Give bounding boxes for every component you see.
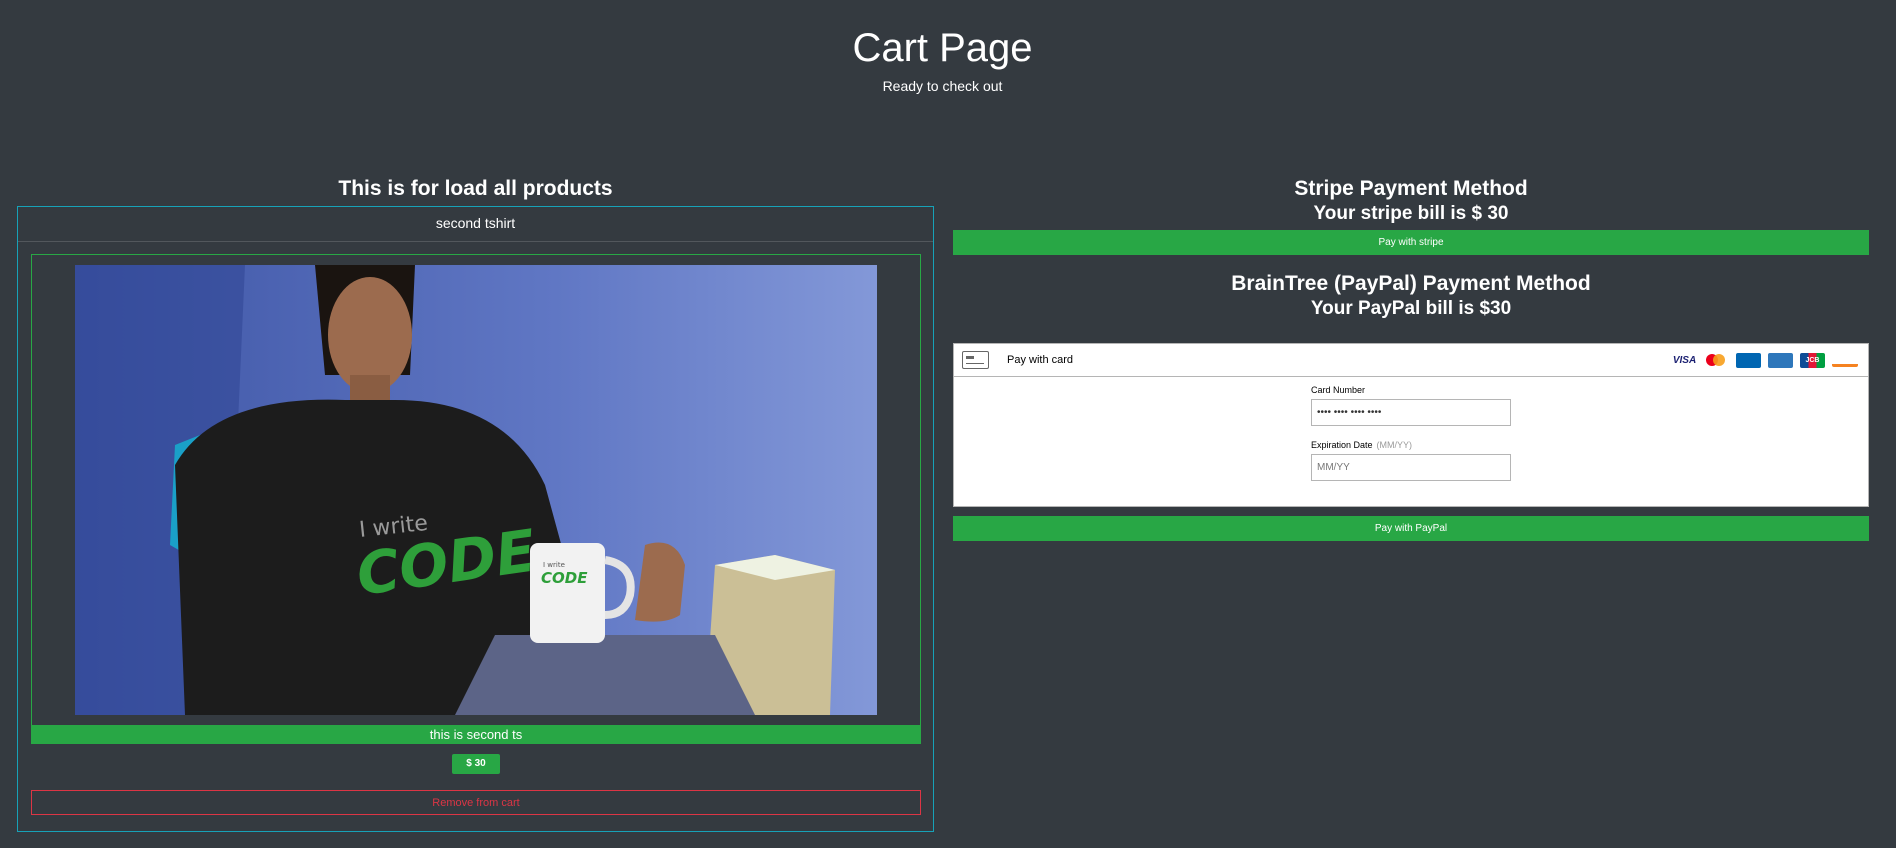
credit-card-icon bbox=[962, 351, 989, 369]
expiration-label: Expiration Date (MM/YY) bbox=[1311, 440, 1511, 450]
card-number-field-group: Card Number •••• •••• •••• •••• bbox=[1311, 385, 1511, 426]
pay-with-paypal-button[interactable]: Pay with PayPal bbox=[953, 516, 1869, 541]
product-card: second tshirt I write CODE I write CODE … bbox=[17, 206, 934, 832]
product-image: I write CODE I write CODE bbox=[75, 265, 877, 715]
stripe-bill: Your stripe bill is $ 30 bbox=[1313, 203, 1509, 224]
braintree-bill: Your PayPal bill is $30 bbox=[1310, 298, 1512, 319]
pay-with-card-label: Pay with card bbox=[1007, 354, 1074, 366]
visa-icon: VISA bbox=[1672, 354, 1697, 366]
maestro-icon bbox=[1736, 352, 1761, 368]
pay-with-stripe-button[interactable]: Pay with stripe bbox=[953, 230, 1869, 255]
payment-column: Stripe Payment Method Your stripe bill i… bbox=[953, 176, 1869, 541]
discover-icon bbox=[1832, 353, 1858, 367]
remove-from-cart-button[interactable]: Remove from cart bbox=[31, 790, 921, 815]
expiration-label-text: Expiration Date bbox=[1311, 440, 1373, 450]
expiration-field-group: Expiration Date (MM/YY) MM/YY bbox=[1311, 440, 1511, 481]
products-column: This is for load all products second tsh… bbox=[17, 176, 934, 832]
product-image-frame: I write CODE I write CODE bbox=[31, 254, 921, 726]
card-brands: VISA JCB bbox=[1672, 352, 1858, 368]
jcb-icon: JCB bbox=[1800, 352, 1825, 368]
product-description: this is second ts bbox=[31, 725, 921, 744]
page-title: Cart Page bbox=[852, 26, 1033, 70]
page-subtitle: Ready to check out bbox=[882, 78, 1003, 94]
products-section-title: This is for load all products bbox=[338, 177, 613, 200]
expiration-hint: (MM/YY) bbox=[1376, 440, 1413, 450]
mug-text-line2: CODE bbox=[541, 569, 588, 587]
braintree-dropin: Pay with card VISA JCB Card Number •••• … bbox=[953, 343, 1869, 507]
mastercard-icon bbox=[1704, 353, 1729, 368]
dropin-header[interactable]: Pay with card VISA JCB bbox=[954, 344, 1868, 377]
product-name: second tshirt bbox=[18, 207, 933, 242]
card-number-input[interactable]: •••• •••• •••• •••• bbox=[1311, 399, 1511, 426]
page-header: Cart Page Ready to check out bbox=[0, 26, 1885, 94]
expiration-input[interactable]: MM/YY bbox=[1311, 454, 1511, 481]
card-number-label: Card Number bbox=[1311, 385, 1366, 395]
amex-icon bbox=[1768, 352, 1793, 368]
price-badge: $ 30 bbox=[452, 754, 500, 774]
braintree-title: BrainTree (PayPal) Payment Method bbox=[1231, 272, 1591, 295]
stripe-title: Stripe Payment Method bbox=[1294, 177, 1528, 200]
mug-text-line1: I write bbox=[543, 561, 565, 569]
